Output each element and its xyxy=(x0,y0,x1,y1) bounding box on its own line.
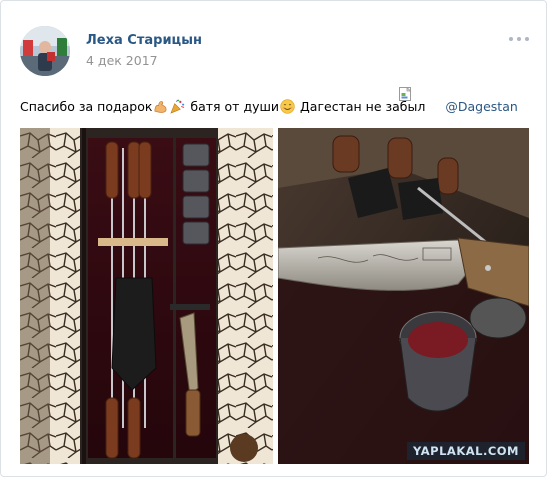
post-text-part: батя от души xyxy=(186,99,280,114)
photo-watermark: YAPLAKAL.COM xyxy=(407,442,525,460)
post-date[interactable]: 4 дек 2017 xyxy=(86,53,158,68)
hashtag-link[interactable]: @Dagestan xyxy=(445,99,517,114)
author-avatar[interactable] xyxy=(20,26,70,76)
broken-image-icon xyxy=(399,87,412,101)
party-popper-emoji xyxy=(170,99,185,114)
shashlik-set-case-photo[interactable] xyxy=(20,128,273,464)
post-text-part: Спасибо за подарок xyxy=(20,99,153,114)
dot-icon xyxy=(525,37,529,41)
knife-closeup-photo[interactable]: YAPLAKAL.COM xyxy=(278,128,529,464)
flexed-biceps-emoji xyxy=(154,101,167,113)
dot-icon xyxy=(509,37,513,41)
author-name[interactable]: Леха Старицын xyxy=(86,33,202,48)
post-text-part: Дагестан не забыл xyxy=(296,99,426,114)
wall-post: Леха Старицын 4 дек 2017 Спасибо за пода… xyxy=(0,0,547,477)
dot-icon xyxy=(517,37,521,41)
more-options-button[interactable] xyxy=(509,34,529,44)
post-text: Спасибо за подарок батя от души Дагестан… xyxy=(20,98,535,116)
smiling-face-emoji xyxy=(280,99,295,114)
